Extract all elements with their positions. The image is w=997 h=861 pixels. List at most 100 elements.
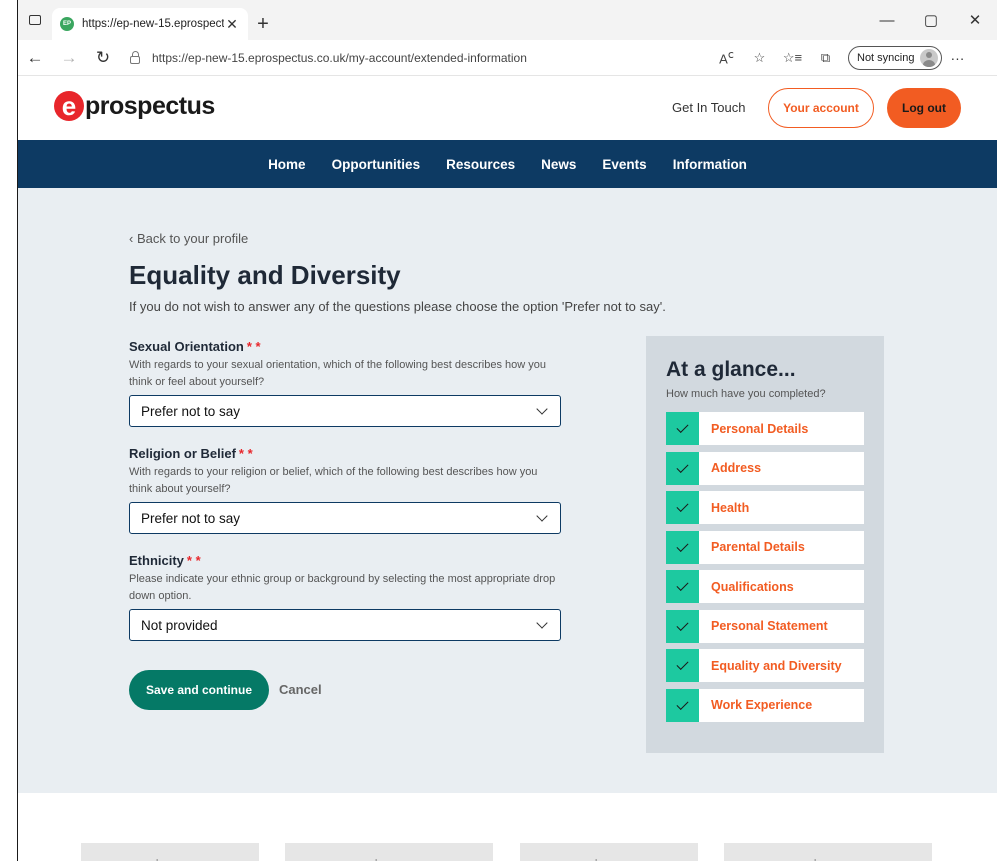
page-title: Equality and Diversity [129,260,401,290]
site-favicon-icon: EP [60,17,74,31]
field-label: Religion or Belief * * [129,446,561,461]
nav-resources[interactable]: Resources [433,157,528,172]
nav-opportunities[interactable]: Opportunities [319,157,434,172]
select-value: Prefer not to say [141,403,241,419]
glance-item-label: Health [711,500,750,515]
tab-bar: EP https://ep-new-15.eprospectus.c ✕ + —… [18,0,997,40]
required-marker: * * [186,553,201,568]
back-to-profile-link[interactable]: ‹ Back to your profile [129,231,248,246]
cancel-button[interactable]: Cancel [279,682,322,697]
sync-label: Not syncing [857,51,915,64]
favorites-icon[interactable]: ☆≡ [776,50,809,66]
glance-item-personal-statement[interactable]: Personal Statement [666,609,864,643]
forward-icon[interactable]: → [52,48,86,68]
glance-list: Personal Details Address Health Parental… [666,412,864,722]
eprospectus-logo[interactable]: e prospectus [54,91,215,121]
intro-text: If you do not wish to answer any of the … [129,299,666,314]
read-aloud-icon[interactable]: Aⅽ [710,48,743,66]
check-icon [666,649,699,682]
required-marker: * * [246,339,261,354]
check-icon [666,688,699,722]
sexual-orientation-select[interactable]: Prefer not to say [129,395,561,427]
nav-news[interactable]: News [528,157,589,172]
browser-tab[interactable]: EP https://ep-new-15.eprospectus.c ✕ [52,8,248,40]
sexual-orientation-field: Sexual Orientation * * With regards to yo… [129,339,561,427]
field-help: With regards to your sexual orientation,… [129,359,546,388]
partner-logo: Logo [724,843,932,861]
close-window-icon[interactable]: ✕ [953,11,997,29]
glance-item-work-experience[interactable]: Work Experience [666,688,864,722]
url-field[interactable]: https://ep-new-15.eprospectus.co.uk/my-a… [120,45,710,71]
nav-home[interactable]: Home [255,157,319,172]
check-icon [666,491,699,524]
more-options-icon[interactable]: ··· [942,50,972,66]
main-nav: Home Opportunities Resources News Events… [18,140,997,188]
back-icon[interactable]: ← [18,48,52,68]
glance-item-health[interactable]: Health [666,491,864,524]
glance-item-label: Work Experience [711,698,813,712]
tab-actions-icon [29,15,41,25]
check-icon [666,570,699,603]
select-value: Not provided [141,617,218,633]
chevron-down-icon [536,617,548,629]
collections-icon[interactable]: ⧉ [809,50,842,66]
ethnicity-field: Ethnicity * * Please indicate your ethnic… [129,553,561,641]
maximize-icon[interactable]: ▢ [909,11,953,29]
glance-item-personal-details[interactable]: Personal Details [666,412,864,445]
footer-logos: Logo Logo Logo Logo [18,793,997,861]
glance-item-address[interactable]: Address [666,451,864,485]
web-page: e prospectus Get In Touch Your account L… [18,76,997,861]
lock-icon [130,50,140,64]
logo-mark-icon: e [54,91,84,121]
log-out-button[interactable]: Log out [887,88,961,128]
url-text: https://ep-new-15.eprospectus.co.uk/my-a… [152,50,527,65]
close-tab-icon[interactable]: ✕ [224,16,240,33]
refresh-icon[interactable]: ↻ [86,48,120,68]
add-favorite-icon[interactable]: ☆ [743,50,776,66]
address-bar: ← → ↻ https://ep-new-15.eprospectus.co.u… [18,40,997,76]
glance-item-label: Personal Details [711,421,809,436]
field-label-text: Religion or Belief [129,446,236,461]
glance-item-equality-diversity[interactable]: Equality and Diversity [666,649,864,682]
nav-information[interactable]: Information [660,157,760,172]
field-label: Ethnicity * * [129,553,561,568]
browser-window: EP https://ep-new-15.eprospectus.c ✕ + —… [18,0,997,861]
check-icon [666,412,699,445]
partner-logo: Logo [520,843,698,861]
tab-title: https://ep-new-15.eprospectus.c [82,18,224,30]
minimize-icon[interactable]: — [865,12,909,29]
field-label-text: Ethnicity [129,553,184,568]
glance-title: At a glance... [666,358,796,381]
glance-item-label: Personal Statement [711,619,828,633]
required-marker: * * [238,446,253,461]
glance-item-qualifications[interactable]: Qualifications [666,570,864,603]
new-tab-button[interactable]: + [248,8,278,40]
select-value: Prefer not to say [141,510,241,526]
profile-sync-button[interactable]: Not syncing [848,45,943,70]
at-a-glance-panel: At a glance... How much have you complet… [646,336,884,753]
your-account-button[interactable]: Your account [768,88,874,128]
glance-item-parental-details[interactable]: Parental Details [666,530,864,564]
ethnicity-select[interactable]: Not provided [129,609,561,641]
glance-item-label: Equality and Diversity [711,658,842,673]
profile-avatar-icon [920,48,939,67]
save-and-continue-button[interactable]: Save and continue [129,670,269,710]
religion-belief-select[interactable]: Prefer not to say [129,502,561,534]
partner-logo: Logo [81,843,259,861]
field-label: Sexual Orientation * * [129,339,561,354]
check-icon [666,609,699,643]
field-help: With regards to your religion or belief,… [129,466,538,495]
site-header: e prospectus Get In Touch Your account L… [18,76,997,140]
glance-subtitle: How much have you completed? [666,388,826,400]
get-in-touch-link[interactable]: Get In Touch [672,100,745,115]
religion-belief-field: Religion or Belief * * With regards to yo… [129,446,561,534]
nav-events[interactable]: Events [589,157,659,172]
glance-item-label: Parental Details [711,540,805,554]
chevron-down-icon [536,510,548,522]
window-controls: — ▢ ✕ [865,0,997,40]
partner-logo: Logo [285,843,493,861]
tab-actions-button[interactable] [18,0,52,40]
glance-item-label: Address [711,461,762,475]
check-icon [666,451,699,485]
check-icon [666,530,699,564]
